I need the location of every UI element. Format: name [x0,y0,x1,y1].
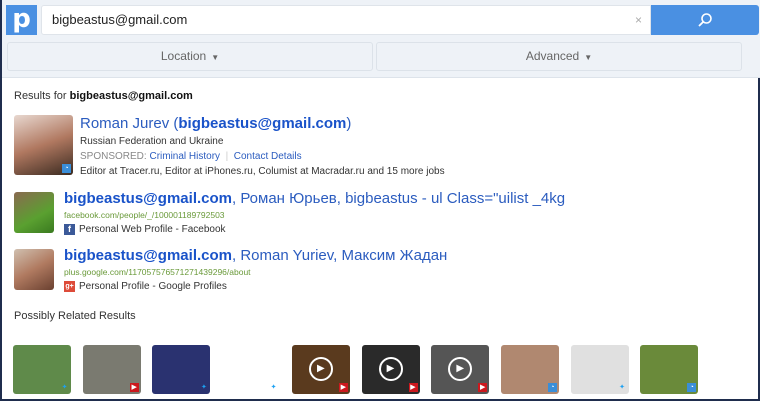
criminal-history-link[interactable]: Criminal History [149,151,220,162]
search-button[interactable] [651,5,759,35]
result-title[interactable]: Roman Jurev (bigbeastus@gmail.com) [80,115,760,132]
source-icon: ◔ [62,164,71,173]
result-source: Personal Profile - Google Profiles [79,281,227,293]
related-thumbnail[interactable]: ✦ [222,345,281,394]
facebook-icon: f [64,224,75,235]
play-icon: ▶ [378,357,403,381]
search-icon [698,13,712,27]
result-url[interactable]: facebook.com/people/_/100001189792503 [64,210,744,220]
logo[interactable]: p [6,5,37,35]
play-icon: ▶ [448,357,473,381]
twitter-icon: ✦ [619,384,626,391]
separator: | [225,151,229,162]
youtube-icon: ▶ [129,383,139,392]
clear-search-icon[interactable]: × [635,5,649,35]
profile-photo[interactable]: ◔ [14,115,73,175]
location-dropdown[interactable]: Location ▼ [7,42,373,71]
play-icon: ▶ [308,357,333,381]
youtube-icon: ▶ [338,383,348,392]
related-thumbnail[interactable]: ▶ ▶ [361,345,420,394]
related-thumbnail[interactable]: ▶ [82,345,141,394]
result-location: Russian Federation and Ukraine [80,136,224,147]
profile-photo[interactable] [14,192,54,233]
search-input[interactable]: bigbeastus@gmail.com [41,5,651,35]
related-thumbnail[interactable]: ◔ [500,345,559,394]
result-source: Personal Web Profile - Facebook [79,224,226,236]
results-heading: Results for bigbeastus@gmail.com [14,90,193,102]
youtube-icon: ▶ [478,383,488,392]
related-thumbnail[interactable]: ✦ [570,345,629,394]
youtube-icon: ▶ [408,383,418,392]
contact-details-link[interactable]: Contact Details [234,151,302,162]
caret-down-icon: ▼ [584,53,593,62]
advanced-dropdown[interactable]: Advanced ▼ [376,42,742,71]
result-title[interactable]: bigbeastus@gmail.com, Roman Yuriev, Макс… [64,247,744,264]
search-header: p bigbeastus@gmail.com × Location ▼ Advan… [2,0,760,78]
result-title[interactable]: bigbeastus@gmail.com, Роман Юрьев, bigbe… [64,190,744,207]
related-thumbnail[interactable]: ✦ [152,345,211,394]
twitter-icon: ✦ [200,384,207,391]
result-url[interactable]: plus.google.com/117057576571271439296/ab… [64,267,744,277]
source-icon: ◔ [547,383,557,392]
related-thumbnail[interactable]: ✦ [13,345,71,394]
related-thumbnail[interactable]: ▶ ▶ [291,345,350,394]
google-plus-icon: g+ [64,281,75,292]
twitter-icon: ✦ [61,384,68,391]
sponsored-label: SPONSORED: [80,151,147,162]
related-thumbnail[interactable]: ▶ ▶ [431,345,490,394]
result-jobs: Editor at Tracer.ru, Editor at iPhones.r… [80,166,445,177]
source-icon: ◔ [687,383,697,392]
location-label: Location [160,49,207,63]
profile-photo[interactable] [14,249,54,290]
related-thumbnail[interactable]: ◔ [640,345,699,394]
advanced-label: Advanced [525,49,580,63]
related-heading: Possibly Related Results [14,310,136,322]
caret-down-icon: ▼ [211,53,220,62]
twitter-icon: ✦ [270,384,277,391]
